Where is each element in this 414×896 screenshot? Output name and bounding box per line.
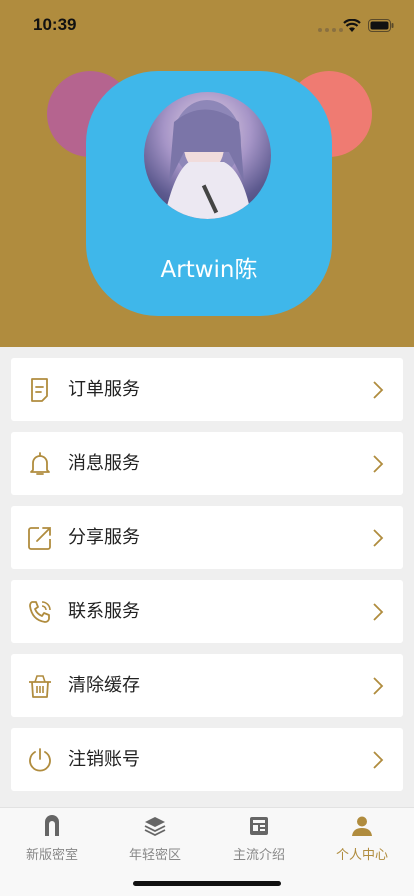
menu-item-contact[interactable]: 联系服务 (11, 580, 403, 643)
trash-icon (29, 675, 51, 698)
menu-item-orders[interactable]: 订单服务 (11, 358, 403, 421)
tab-label: 新版密室 (25, 848, 78, 863)
newspaper-icon (250, 817, 268, 835)
tab-intro[interactable]: 主流介绍 (207, 808, 311, 868)
layers-icon (144, 817, 166, 837)
tab-label: 个人中心 (335, 848, 388, 863)
chevron-right-icon (373, 381, 384, 399)
chevron-right-icon (373, 455, 384, 473)
menu-item-deactivate[interactable]: 注销账号 (11, 728, 403, 791)
chevron-right-icon (373, 751, 384, 769)
power-icon (29, 748, 51, 772)
status-bar: 10:39 (0, 0, 414, 50)
door-icon (45, 815, 59, 836)
document-icon (31, 378, 48, 402)
menu-item-messages[interactable]: 消息服务 (11, 432, 403, 495)
avatar[interactable] (144, 92, 271, 219)
bell-icon (30, 452, 50, 475)
person-icon (352, 816, 372, 836)
menu-label: 联系服务 (68, 601, 140, 622)
tab-profile[interactable]: 个人中心 (310, 808, 414, 868)
share-icon (28, 527, 51, 550)
menu-item-clear-cache[interactable]: 清除缓存 (11, 654, 403, 717)
menu-label: 清除缓存 (68, 675, 140, 696)
profile-header: 10:39 Artwin陈 (0, 0, 414, 347)
phone-icon (29, 601, 51, 623)
tab-label: 主流介绍 (232, 848, 285, 863)
menu-label: 订单服务 (68, 379, 140, 400)
home-indicator[interactable] (133, 881, 281, 886)
menu-item-share[interactable]: 分享服务 (11, 506, 403, 569)
menu-label: 分享服务 (68, 527, 140, 548)
tab-label: 年轻密区 (128, 848, 181, 863)
status-time: 10:39 (33, 15, 77, 34)
tab-new-rooms[interactable]: 新版密室 (0, 808, 104, 868)
chevron-right-icon (373, 603, 384, 621)
menu-label: 消息服务 (68, 453, 140, 474)
username: Artwin陈 (160, 257, 258, 283)
tab-young-zone[interactable]: 年轻密区 (103, 808, 207, 868)
wifi-icon (343, 19, 361, 32)
avatar-image (164, 100, 252, 219)
chevron-right-icon (373, 529, 384, 547)
battery-icon (368, 19, 394, 32)
menu-label: 注销账号 (68, 749, 140, 770)
signal-icon (318, 28, 343, 32)
chevron-right-icon (373, 677, 384, 695)
